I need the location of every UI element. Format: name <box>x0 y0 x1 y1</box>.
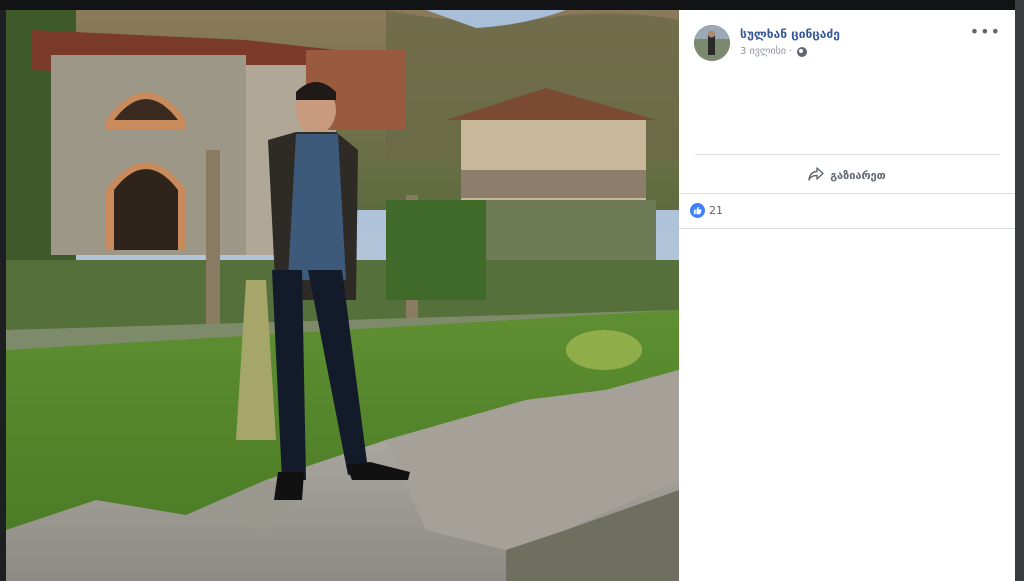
divider <box>679 228 1015 229</box>
like-thumb-icon <box>690 203 705 218</box>
post-photo[interactable] <box>6 10 679 581</box>
reactions-summary[interactable]: 21 <box>690 203 723 218</box>
meta-separator: · <box>789 46 793 57</box>
share-label: გაზიარეთ <box>830 168 886 182</box>
post-sidebar: სულხან ცინცაძე 3 ივლისი · ••• გაზიარეთ 2… <box>679 10 1015 581</box>
more-dots-icon[interactable]: ••• <box>970 24 1001 40</box>
post-meta: 3 ივლისი · <box>740 46 808 57</box>
share-button[interactable]: გაზიარეთ <box>679 160 1015 190</box>
like-count: 21 <box>709 204 723 217</box>
author-name[interactable]: სულხან ცინცაძე <box>740 27 840 41</box>
top-bar <box>0 0 1024 10</box>
globe-icon <box>797 46 808 57</box>
divider <box>679 193 1015 194</box>
right-edge <box>1015 0 1024 581</box>
divider <box>695 154 1000 155</box>
share-arrow-icon <box>808 166 824 184</box>
author-avatar[interactable] <box>694 25 730 61</box>
post-timestamp[interactable]: 3 ივლისი <box>740 46 786 57</box>
